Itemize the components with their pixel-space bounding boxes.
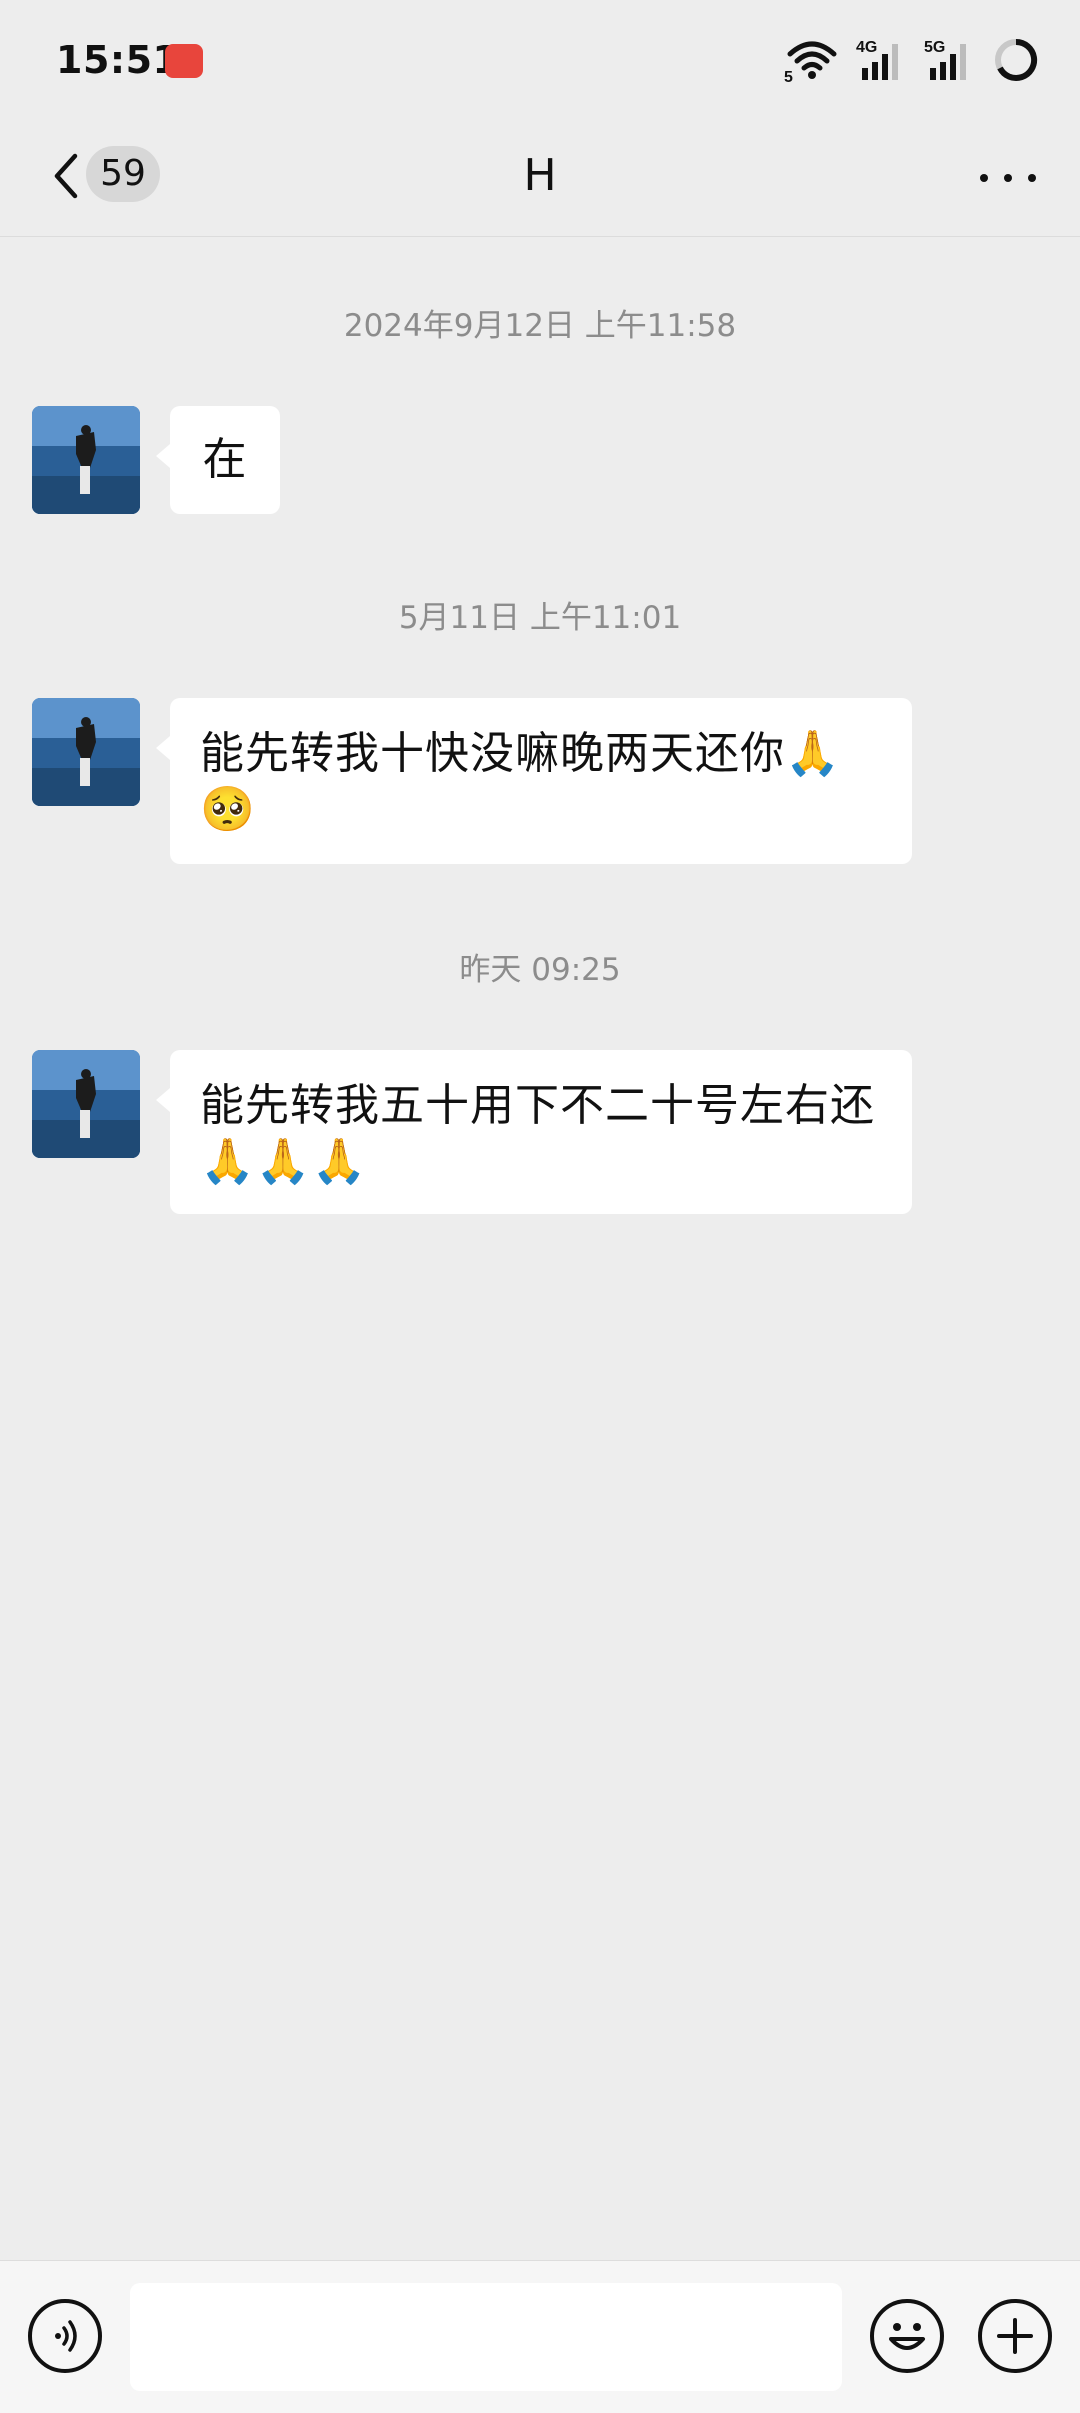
status-time: 15:51 xyxy=(56,38,180,82)
wifi-label: 5 xyxy=(784,69,793,82)
chat-title: H xyxy=(523,150,557,201)
signal-5g-icon: 5G xyxy=(924,39,966,80)
avatar[interactable] xyxy=(32,698,140,806)
more-dot xyxy=(1028,174,1036,182)
emoji-button[interactable] xyxy=(870,2299,944,2373)
more-button[interactable] xyxy=(980,158,1036,198)
battery-ring-icon xyxy=(995,38,1038,81)
message-timestamp: 5月11日 上午11:01 xyxy=(398,600,682,636)
emoji-icon xyxy=(889,2323,925,2350)
calendar-app-icon xyxy=(165,44,203,78)
voice-button[interactable] xyxy=(28,2299,102,2373)
network-4g-label: 4G xyxy=(856,39,877,56)
status-bar: 15:51 5 4G 5G xyxy=(0,0,1080,120)
message-bubble[interactable]: 能先转我五十用下不二十号左右还🙏🙏🙏 xyxy=(156,1050,912,1214)
message-text: 在 xyxy=(202,434,248,485)
status-icons: 5 4G 5G xyxy=(784,32,1040,88)
message-bubble[interactable]: 能先转我十快没嘛晚两天还你🙏🥺 xyxy=(156,698,912,864)
voice-icon xyxy=(55,2320,77,2352)
avatar[interactable] xyxy=(32,406,140,514)
message-bubble[interactable]: 在 xyxy=(156,406,280,514)
input-bar xyxy=(0,2260,1080,2413)
more-dot xyxy=(1004,174,1012,182)
network-5g-label: 5G xyxy=(924,39,945,56)
chat-header: 59 H xyxy=(0,120,1080,237)
plus-button[interactable] xyxy=(978,2299,1052,2373)
wifi-icon: 5 xyxy=(784,41,837,82)
message-text: 能先转我五十用下不二十号左右还🙏🙏🙏 xyxy=(200,1080,875,1187)
more-dot xyxy=(980,174,988,182)
message-timestamp: 昨天 09:25 xyxy=(459,952,621,988)
avatar[interactable] xyxy=(32,1050,140,1158)
plus-icon xyxy=(997,2318,1033,2354)
message-timestamp: 2024年9月12日 上午11:58 xyxy=(343,308,737,344)
signal-4g-icon: 4G xyxy=(856,39,898,80)
message-input[interactable] xyxy=(130,2283,842,2391)
message-text: 能先转我十快没嘛晚两天还你🙏🥺 xyxy=(200,728,841,835)
